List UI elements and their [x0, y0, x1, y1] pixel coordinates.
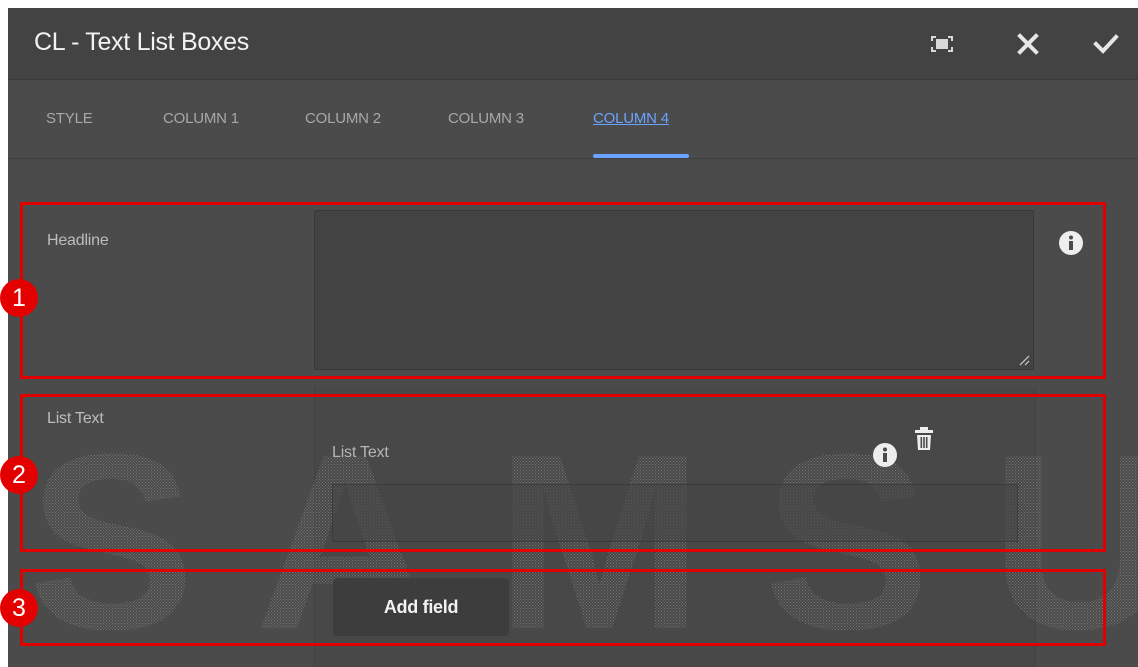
callout-number-3: 3 [0, 589, 38, 627]
callout-box-3 [20, 569, 1106, 646]
dialog-title: CL - Text List Boxes [34, 28, 249, 56]
active-tab-indicator [593, 154, 689, 158]
check-icon [1093, 34, 1119, 54]
fullscreen-button[interactable] [926, 28, 958, 60]
tab-column-2[interactable]: COLUMN 2 [305, 110, 381, 127]
tab-bar: STYLE COLUMN 1 COLUMN 2 COLUMN 3 COLUMN … [8, 80, 1138, 159]
close-button[interactable] [1012, 28, 1044, 60]
fullscreen-icon [931, 36, 953, 52]
done-button[interactable] [1090, 28, 1122, 60]
callout-number-1: 1 [0, 279, 38, 317]
dialog-titlebar: CL - Text List Boxes [8, 8, 1138, 80]
callout-box-2 [20, 394, 1106, 552]
tab-column-1[interactable]: COLUMN 1 [163, 110, 239, 127]
tab-style[interactable]: STYLE [46, 110, 93, 127]
tab-column-3[interactable]: COLUMN 3 [448, 110, 524, 127]
callout-box-1 [20, 202, 1106, 379]
tab-column-4[interactable]: COLUMN 4 [593, 110, 669, 127]
callout-number-2: 2 [0, 456, 38, 494]
close-icon [1017, 33, 1039, 55]
